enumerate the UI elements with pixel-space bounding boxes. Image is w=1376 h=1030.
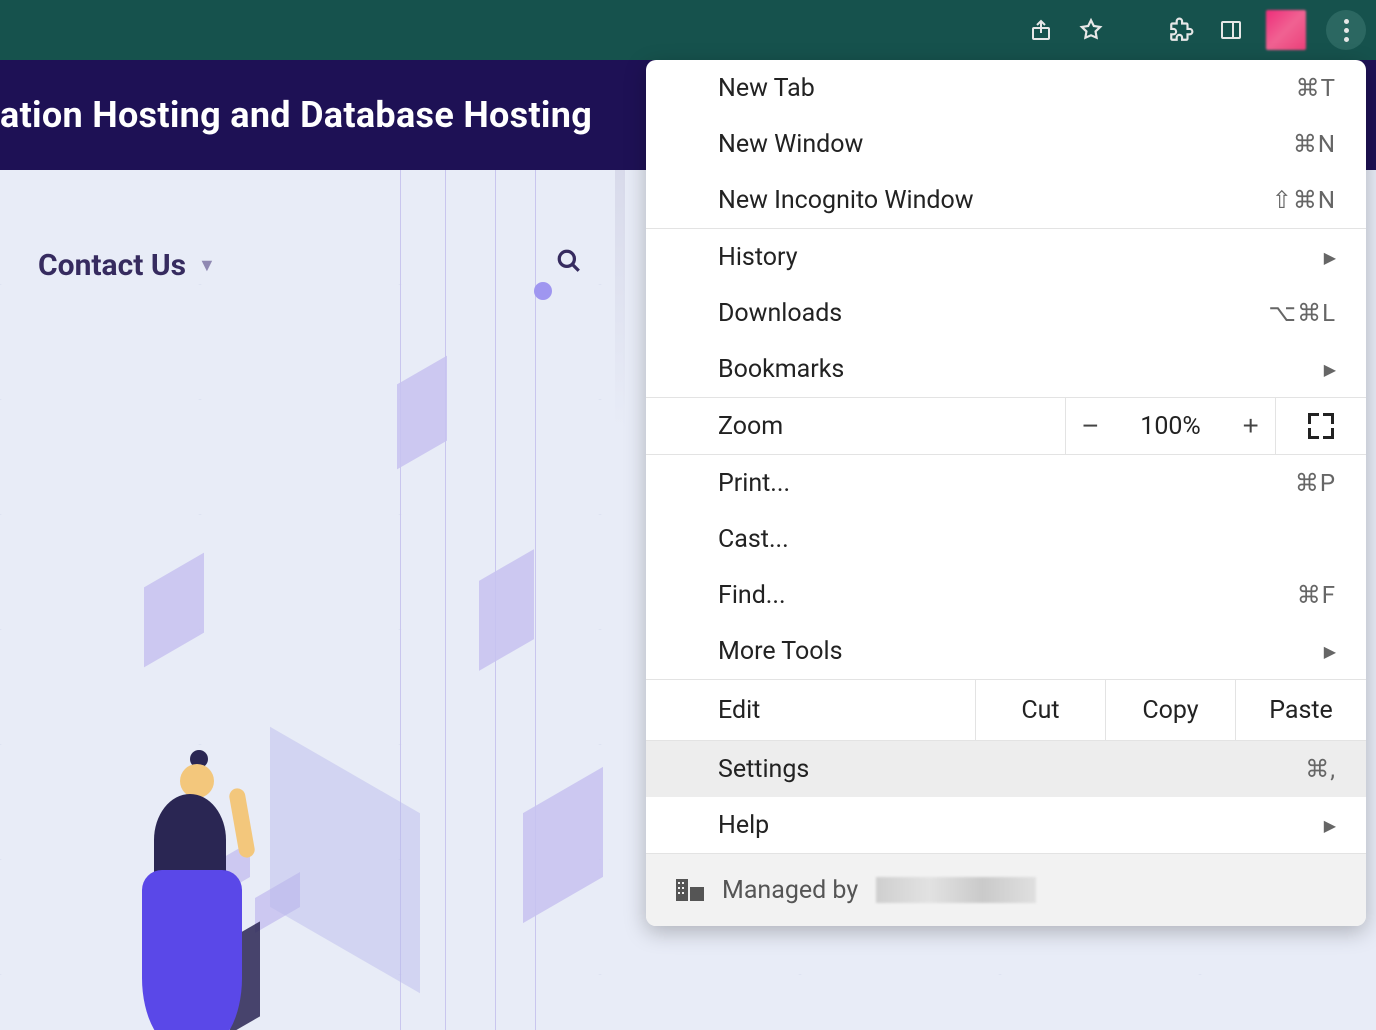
page-title: ation Hosting and Database Hosting [0, 94, 592, 136]
decorative-shape [270, 727, 420, 994]
menu-item-label: New Incognito Window [718, 186, 974, 215]
menu-item-downloads[interactable]: Downloads ⌥⌘L [646, 285, 1366, 341]
caret-right-icon: ▶ [1324, 816, 1336, 835]
zoom-in-button[interactable]: + [1231, 410, 1271, 442]
nav-contact-label: Contact Us [38, 248, 186, 283]
menu-item-shortcut: ⌘N [1293, 130, 1336, 158]
menu-item-shortcut: ⌥⌘L [1268, 299, 1336, 327]
menu-item-shortcut: ⌘, [1305, 755, 1336, 783]
share-icon[interactable] [1026, 15, 1056, 45]
caret-right-icon: ▶ [1324, 642, 1336, 661]
chrome-menu-button[interactable] [1326, 10, 1366, 50]
managed-by-label: Managed by [722, 876, 858, 905]
caret-right-icon: ▶ [1324, 360, 1336, 379]
menu-item-more-tools[interactable]: More Tools ▶ [646, 623, 1366, 679]
menu-item-new-tab[interactable]: New Tab ⌘T [646, 60, 1366, 116]
menu-item-cast[interactable]: Cast... [646, 511, 1366, 567]
menu-item-label: New Tab [718, 74, 815, 103]
decorative-shape [479, 549, 534, 671]
zoom-out-button[interactable]: − [1070, 410, 1110, 442]
decorative-dot [534, 282, 552, 300]
menu-item-new-incognito-window[interactable]: New Incognito Window ⇧⌘N [646, 172, 1366, 228]
managed-by-row[interactable]: Managed by [646, 854, 1366, 926]
menu-item-label: More Tools [718, 637, 843, 666]
profile-avatar[interactable] [1266, 10, 1306, 50]
fullscreen-button[interactable] [1276, 398, 1366, 454]
menu-item-shortcut: ⇧⌘N [1272, 186, 1336, 214]
menu-item-help[interactable]: Help ▶ [646, 797, 1366, 853]
menu-item-shortcut: ⌘T [1296, 74, 1336, 102]
menu-item-new-window[interactable]: New Window ⌘N [646, 116, 1366, 172]
menu-item-label: Help [718, 811, 769, 840]
menu-item-label: Downloads [718, 299, 842, 328]
menu-item-label: Print... [718, 469, 790, 498]
decorative-shape [397, 356, 447, 470]
chrome-menu: New Tab ⌘T New Window ⌘N New Incognito Windo… [646, 60, 1366, 926]
menu-item-history[interactable]: History ▶ [646, 229, 1366, 285]
organization-icon [676, 879, 704, 901]
menu-item-label: History [718, 243, 798, 272]
menu-item-label: Bookmarks [718, 355, 844, 384]
menu-item-label: Find... [718, 581, 786, 610]
browser-toolbar [0, 0, 1376, 60]
menu-item-label: Cast... [718, 525, 789, 554]
edit-paste-button[interactable]: Paste [1236, 680, 1366, 740]
zoom-value: 100% [1140, 412, 1200, 441]
menu-edit-label: Edit [646, 680, 976, 740]
extensions-icon[interactable] [1166, 15, 1196, 45]
menu-item-shortcut: ⌘P [1295, 469, 1336, 497]
menu-item-label: Settings [718, 755, 809, 784]
side-panel-icon[interactable] [1216, 15, 1246, 45]
menu-item-find[interactable]: Find... ⌘F [646, 567, 1366, 623]
edit-copy-button[interactable]: Copy [1106, 680, 1236, 740]
menu-item-print[interactable]: Print... ⌘P [646, 455, 1366, 511]
search-icon[interactable] [556, 248, 582, 281]
menu-item-shortcut: ⌘F [1297, 581, 1336, 609]
illustration-person [130, 750, 280, 1030]
menu-item-bookmarks[interactable]: Bookmarks ▶ [646, 341, 1366, 397]
chevron-down-icon: ▼ [198, 255, 216, 276]
managed-by-org-redacted [876, 877, 1036, 903]
menu-item-label: New Window [718, 130, 863, 159]
star-icon[interactable] [1076, 15, 1106, 45]
nav-contact-us[interactable]: Contact Us ▼ [38, 248, 216, 283]
edit-cut-button[interactable]: Cut [976, 680, 1106, 740]
menu-item-settings[interactable]: Settings ⌘, [646, 741, 1366, 797]
menu-zoom-label: Zoom [646, 398, 1066, 454]
decorative-shape [144, 553, 204, 668]
caret-right-icon: ▶ [1324, 248, 1336, 267]
